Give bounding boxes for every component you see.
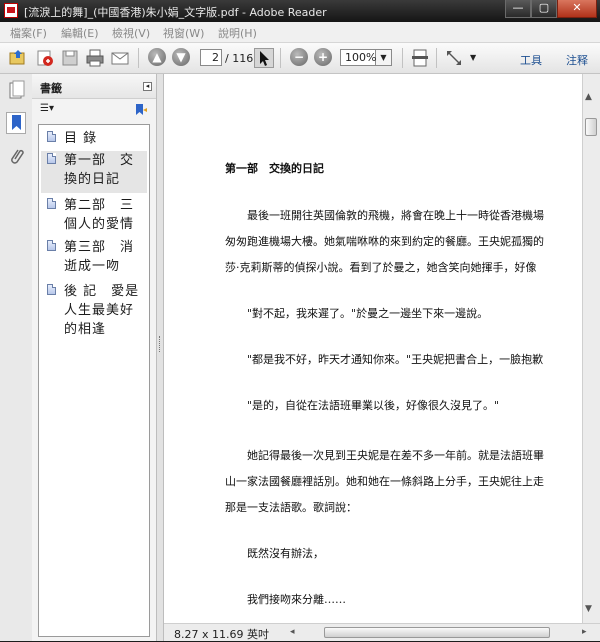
window-title: [流淚上的舞]_(中國香港)朱小娟_文字版.pdf - Adobe Reader	[24, 6, 327, 19]
scroll-down-icon[interactable]: ▼	[585, 604, 592, 614]
text-line: "都是我不好，昨天才通知你來。"王央妮把書合上，一臉抱歉	[225, 353, 544, 366]
document-view[interactable]: 第一部 交換的日記 最後一班開往英國倫敦的飛機，將會在晚上十一時從香港機場 匆匆…	[164, 74, 582, 623]
bookmark-item-afterword[interactable]: 後 記 愛是人生最美好的相逢	[41, 282, 147, 342]
bookmark-item-part-two[interactable]: 第二部 三個人的愛情	[41, 196, 147, 236]
bookmark-page-icon	[47, 240, 56, 251]
bookmark-label: 後 記 愛是人生最美好的相逢	[64, 284, 140, 337]
attachments-icon[interactable]	[6, 146, 26, 168]
toolbar: ▲ ▼ 2 / 116 − + 100% ▼ ▼ 工具 注释	[0, 43, 600, 74]
text-line: "對不起，我來遲了。"於曼之一邊坐下來一邊說。	[225, 307, 489, 320]
bookmarks-panel-tools: ☰▾	[32, 99, 156, 123]
scroll-up-icon[interactable]: ▲	[585, 92, 592, 102]
bookmarks-panel-title: 書籤	[40, 82, 62, 95]
fit-page-icon[interactable]	[410, 48, 430, 68]
email-icon[interactable]	[110, 48, 130, 68]
maximize-button[interactable]: ▢	[531, 0, 557, 18]
bookmarks-panel-header: 書籤 ◂	[32, 74, 156, 99]
bookmark-item-part-three[interactable]: 第三部 消逝成一吻	[41, 238, 147, 278]
bookmark-item-part-one[interactable]: 第一部 交換的日記	[41, 151, 147, 193]
previous-page-button[interactable]: ▲	[148, 48, 166, 66]
save-icon[interactable]	[60, 48, 80, 68]
menu-file[interactable]: 檔案(F)	[10, 25, 47, 41]
options-menu-icon[interactable]: ☰▾	[40, 103, 54, 114]
chapter-heading: 第一部 交換的日記	[225, 162, 324, 175]
toolbar-separator	[402, 48, 403, 68]
toolbar-separator	[280, 48, 281, 68]
panel-splitter[interactable]	[156, 74, 164, 641]
next-page-button[interactable]: ▼	[172, 48, 190, 66]
bookmark-page-icon	[47, 153, 56, 164]
page-size-readout: 8.27 x 11.69 英吋	[174, 628, 269, 641]
scroll-left-icon[interactable]: ◂	[290, 627, 295, 637]
bookmark-page-icon	[47, 284, 56, 295]
text-line: 她記得最後一次見到王央妮是在差不多一年前。就是法語班畢	[225, 449, 544, 462]
menu-window[interactable]: 視窗(W)	[163, 25, 204, 41]
title-bar: [流淚上的舞]_(中國香港)朱小娟_文字版.pdf - Adobe Reader…	[0, 0, 600, 22]
zoom-in-button[interactable]: +	[314, 48, 332, 66]
bookmark-page-icon	[47, 198, 56, 209]
more-tools-dropdown-icon[interactable]: ▼	[470, 48, 480, 68]
menu-bar: 檔案(F) 編輯(E) 檢視(V) 視窗(W) 說明(H)	[0, 22, 600, 43]
comment-pane-link[interactable]: 注释	[566, 52, 588, 68]
vertical-scrollbar[interactable]: ▲ ▼	[582, 74, 600, 623]
menu-view[interactable]: 檢視(V)	[112, 25, 150, 41]
collapse-panel-icon[interactable]: ◂	[143, 82, 152, 91]
close-button[interactable]: ✕	[557, 0, 597, 18]
page-number-input[interactable]: 2	[200, 49, 222, 66]
text-line: 最後一班開往英國倫敦的飛機，將會在晚上十一時從香港機場	[225, 209, 544, 222]
text-line: 我們接吻來分離……	[225, 593, 346, 606]
minimize-button[interactable]: —	[505, 0, 531, 18]
adobe-reader-app-icon	[4, 3, 18, 18]
page-total: / 116	[225, 52, 254, 65]
create-pdf-icon[interactable]	[35, 48, 55, 68]
text-line: 既然沒有辦法，	[225, 547, 324, 560]
text-line: 那是一支法語歌。歌詞說：	[225, 501, 357, 514]
status-bar: 8.27 x 11.69 英吋 ◂ ▸	[164, 623, 600, 641]
horizontal-scroll-thumb[interactable]	[324, 627, 550, 638]
zoom-dropdown-icon[interactable]: ▼	[376, 49, 392, 66]
tools-pane-link[interactable]: 工具	[520, 52, 542, 68]
bookmark-label: 第一部 交換的日記	[64, 153, 135, 187]
scroll-right-icon[interactable]: ▸	[582, 627, 587, 637]
bookmarks-panel: 書籤 ◂ ☰▾ 目 錄 第一部 交換的日記 第二部 三個人的愛情 第三部 消逝成…	[32, 74, 156, 641]
full-screen-icon[interactable]	[444, 48, 464, 68]
bookmark-label: 第三部 消逝成一吻	[64, 240, 135, 274]
menu-help[interactable]: 說明(H)	[218, 25, 257, 41]
scroll-thumb[interactable]	[585, 118, 597, 136]
menu-edit[interactable]: 編輯(E)	[61, 25, 99, 41]
text-line: 匆匆跑進機場大樓。她氣喘咻咻的來到約定的餐廳。王央妮孤獨的	[225, 235, 544, 248]
print-icon[interactable]	[85, 48, 105, 68]
zoom-out-button[interactable]: −	[290, 48, 308, 66]
expand-bookmark-icon[interactable]	[133, 102, 149, 121]
bookmark-item-contents[interactable]: 目 錄	[41, 129, 147, 149]
page-thumbnails-icon[interactable]	[6, 80, 26, 102]
text-line: "是的，自從在法語班畢業以後，好像很久沒見了。"	[225, 399, 500, 412]
toolbar-separator	[138, 48, 139, 68]
bookmark-page-icon	[47, 131, 56, 142]
zoom-level-input[interactable]: 100%	[340, 49, 376, 66]
select-tool-icon[interactable]	[254, 48, 274, 68]
navigation-rail	[0, 74, 33, 641]
splitter-grip[interactable]	[159, 336, 162, 352]
bookmark-label: 目 錄	[64, 131, 98, 146]
text-line: 莎·克莉斯蒂的偵探小說。看到了於曼之，她含笑向她揮手，好像	[225, 261, 537, 274]
bookmark-label: 第二部 三個人的愛情	[64, 198, 135, 232]
bookmark-list: 目 錄 第一部 交換的日記 第二部 三個人的愛情 第三部 消逝成一吻 後 記 愛…	[38, 124, 150, 637]
toolbar-separator	[436, 48, 437, 68]
bookmarks-icon[interactable]	[6, 112, 26, 134]
open-icon[interactable]	[8, 48, 28, 68]
text-line: 山一家法國餐廳裡話別。她和她在一條斜路上分手，王央妮往上走	[225, 475, 544, 488]
